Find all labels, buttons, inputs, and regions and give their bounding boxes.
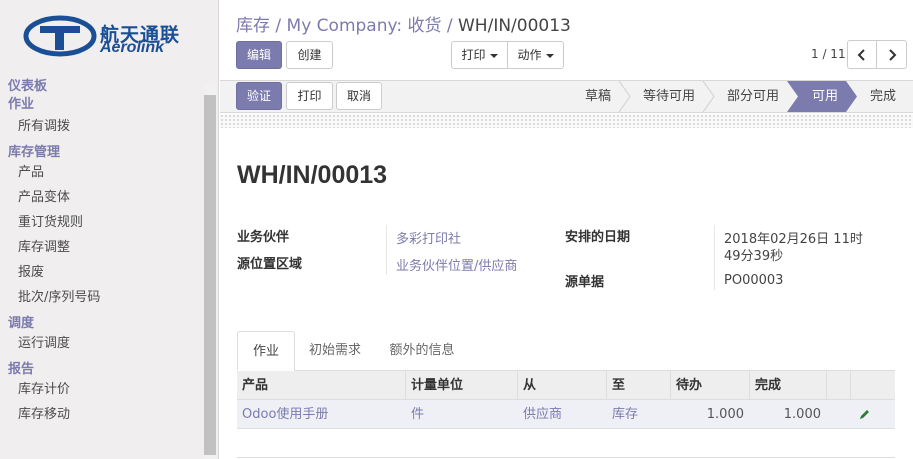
status-bar: 验证 打印 取消 草稿 等待可用 部分可用 可用 完成: [220, 80, 913, 113]
source-location-label: 源位置区域: [237, 257, 303, 272]
breadcrumb-separator: /: [275, 16, 282, 36]
scheduled-date-line2: 49分39秒: [724, 249, 784, 264]
field-divider: [386, 225, 387, 275]
row-todo: 1.000: [706, 407, 744, 422]
pencil-icon: [860, 410, 869, 419]
partner-value[interactable]: 多彩打印社: [396, 228, 461, 247]
stage-partially-available: 部分可用: [726, 89, 779, 104]
breadcrumb-inventory[interactable]: 库存: [236, 16, 270, 36]
notebook-tabs: 作业 初始需求 额外的信息: [237, 331, 895, 371]
menu-item-all-transfers[interactable]: 所有调拨: [0, 114, 205, 139]
menu-item-stock-moves[interactable]: 库存移动: [0, 402, 205, 427]
column-from[interactable]: 从: [518, 371, 607, 400]
column-done[interactable]: 完成: [750, 371, 827, 400]
menu-section-inventory-control: 库存管理: [8, 145, 61, 160]
column-to[interactable]: 至: [607, 371, 671, 400]
menu-item-reordering-rules[interactable]: 重订货规则: [0, 210, 205, 235]
menu-section-operations: 作业: [8, 97, 35, 112]
edit-pencil-icon[interactable]: [854, 400, 884, 429]
caret-down-icon: [489, 53, 498, 58]
row-from: 供应商: [523, 407, 563, 422]
sidebar-scrollbar[interactable]: [204, 95, 216, 455]
print-dropdown-label: 打印: [461, 48, 486, 62]
action-dropdown[interactable]: 动作: [507, 41, 564, 69]
partner-label: 业务伙伴: [237, 230, 290, 245]
breadcrumb: 库存 / My Company: 收货 / WH/IN/00013: [236, 11, 571, 36]
breadcrumb-current: WH/IN/00013: [458, 16, 571, 36]
field-divider: [714, 225, 715, 290]
pager-previous-button[interactable]: [847, 40, 877, 69]
chevron-left-icon: [857, 49, 865, 61]
form-dotted-edge: [220, 114, 913, 128]
stage-done: 完成: [869, 89, 896, 104]
menu-section-reports: 报告: [8, 362, 35, 377]
tab-initial-demand[interactable]: 初始需求: [300, 331, 370, 371]
column-todo[interactable]: 待办: [671, 371, 750, 400]
menu-item-inventory-adjustments[interactable]: 库存调整: [0, 235, 205, 260]
column-extra: [827, 371, 851, 400]
source-document-value: PO00003: [724, 273, 784, 288]
create-button[interactable]: 创建: [286, 41, 333, 69]
menu-section-schedulers: 调度: [8, 316, 35, 331]
edit-button[interactable]: 编辑: [236, 41, 282, 69]
record-title: WH/IN/00013: [237, 161, 388, 189]
stage-waiting: 等待可用: [642, 89, 695, 104]
row-product[interactable]: Odoo使用手册: [237, 400, 406, 429]
menu-item-inventory-valuation[interactable]: 库存计价: [0, 377, 205, 402]
pager-next-button[interactable]: [876, 40, 907, 69]
action-dropdown-label: 动作: [517, 48, 542, 62]
row-to: 库存: [612, 407, 639, 422]
table-row[interactable]: Odoo使用手册 件 供应商 库存 1.000 1.000: [237, 400, 895, 429]
column-product[interactable]: 产品: [237, 371, 406, 400]
logo-emblem-icon: [23, 15, 97, 57]
breadcrumb-receipts[interactable]: My Company: 收货: [287, 16, 442, 36]
menu-item-scrap[interactable]: 报废: [0, 260, 205, 285]
menu-item-lots-serials[interactable]: 批次/序列号码: [0, 285, 205, 310]
aerolink-logo[interactable]: 航天通联 Aerolink: [22, 8, 197, 62]
breadcrumb-separator: /: [446, 16, 453, 36]
main-content: 库存 / My Company: 收货 / WH/IN/00013 编辑 创建 …: [220, 0, 913, 459]
stage-available: 可用: [811, 89, 838, 104]
source-document-label: 源单据: [565, 275, 605, 290]
sidebar-menu: 仪表板 作业 所有调拨 库存管理 产品 产品变体 重订货规则 库存调整 报废 批…: [0, 77, 205, 427]
stage-draft: 草稿: [584, 89, 611, 104]
menu-section-dashboard[interactable]: 仪表板: [0, 78, 205, 95]
pager-value[interactable]: 1 / 11: [811, 47, 846, 61]
scheduled-date-label: 安排的日期: [565, 230, 631, 245]
table-bottom-divider: [237, 457, 895, 458]
caret-down-icon: [545, 53, 554, 58]
menu-item-run-scheduler[interactable]: 运行调度: [0, 331, 205, 356]
source-location-value[interactable]: 业务伙伴位置/供应商: [396, 255, 517, 274]
menu-item-product-variants[interactable]: 产品变体: [0, 185, 205, 210]
menu-item-products[interactable]: 产品: [0, 160, 205, 185]
tab-additional-info[interactable]: 额外的信息: [382, 331, 462, 371]
logo-text-en: Aerolink: [100, 39, 165, 56]
print-dropdown[interactable]: 打印: [451, 41, 508, 69]
table-header: 产品 计量单位 从 至 待办 完成: [237, 371, 895, 400]
tab-operations[interactable]: 作业: [237, 331, 295, 371]
sidebar: 航天通联 Aerolink 仪表板 作业 所有调拨 库存管理 产品 产品变体 重…: [0, 0, 219, 459]
chevron-right-icon: [888, 49, 896, 61]
row-uom: 件: [411, 407, 425, 422]
row-done: 1.000: [783, 407, 821, 422]
column-uom[interactable]: 计量单位: [406, 371, 518, 400]
